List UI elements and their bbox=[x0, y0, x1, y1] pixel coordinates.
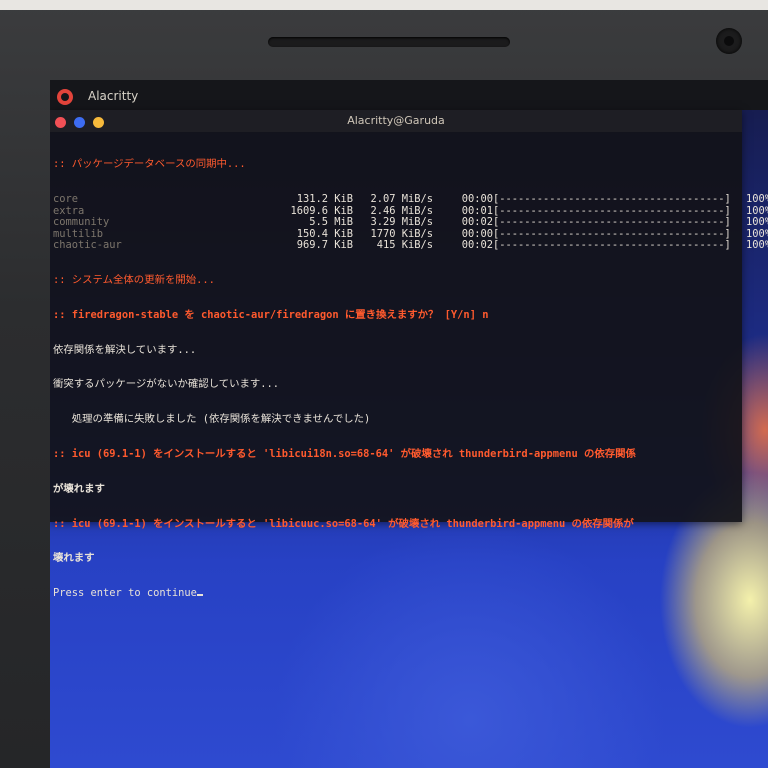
bezel-top-edge bbox=[0, 0, 768, 10]
repo-name: chaotic-aur bbox=[53, 239, 122, 252]
error-line: 処理の準備に失敗しました (依存関係を解決できませんでした) bbox=[53, 413, 371, 426]
repo-sync-row: chaotic-aur 969.7 KiB 415 KiB/s 00:02[-----… bbox=[53, 240, 768, 252]
terminal-output[interactable]: :: パッケージデータベースの同期中... core 131.2 KiB 2.07 … bbox=[53, 136, 768, 623]
dependency-error-2-cont: 壊れます bbox=[53, 552, 95, 565]
repo-time: 00:00 bbox=[461, 192, 493, 205]
repo-progress-bar: [------------------------------------] bbox=[493, 239, 731, 252]
terminal-titlebar[interactable]: Alacritty@Garuda bbox=[50, 110, 742, 132]
repo-size: 5.5 MiB bbox=[309, 216, 353, 229]
sync-header: :: パッケージデータベースの同期中... bbox=[53, 158, 768, 171]
bezel-hinge-slot bbox=[268, 37, 510, 47]
press-enter-line: Press enter to continue bbox=[53, 587, 768, 600]
repo-sync-row: core 131.2 KiB 2.07 MiB/s 00:00[-----------… bbox=[53, 192, 768, 206]
window-title: Alacritty@Garuda bbox=[347, 114, 445, 127]
screen: Alacritty Alacritty@Garuda :: パッケージデータベー… bbox=[50, 80, 768, 768]
repo-sync-row: community 5.5 MiB 3.29 MiB/s 00:02[--------… bbox=[53, 217, 768, 229]
repo-rate: 3.29 MiB/s bbox=[370, 216, 433, 229]
sync-header-text: :: パッケージデータベースの同期中... bbox=[53, 158, 246, 171]
repo-time: 00:02 bbox=[461, 216, 493, 229]
replace-prompt: :: firedragon-stable を chaotic-aur/fired… bbox=[53, 308, 489, 321]
repo-rate: 415 KiB/s bbox=[376, 239, 433, 252]
repo-percent: 100% bbox=[745, 216, 768, 229]
repo-time: 00:02 bbox=[461, 239, 493, 252]
dependency-error-2: :: icu (69.1-1) をインストールすると 'libicuuc.so=… bbox=[53, 517, 634, 530]
resolving-line: 依存関係を解決しています... bbox=[53, 343, 197, 356]
repo-percent: 100% bbox=[745, 192, 768, 205]
repo-progress-bar: [------------------------------------] bbox=[493, 216, 731, 229]
active-app-name[interactable]: Alacritty bbox=[88, 89, 138, 103]
repo-rate: 2.07 MiB/s bbox=[370, 192, 433, 205]
terminal-window[interactable]: Alacritty@Garuda :: パッケージデータベースの同期中... c… bbox=[50, 110, 768, 599]
press-enter-text: Press enter to continue bbox=[53, 587, 197, 600]
dependency-error-1-cont: が壊れます bbox=[53, 482, 105, 495]
repo-name: core bbox=[53, 192, 79, 205]
repo-name: community bbox=[53, 216, 110, 229]
repo-size: 131.2 KiB bbox=[296, 192, 353, 205]
repo-percent: 100% bbox=[745, 239, 768, 252]
repo-size: 969.7 KiB bbox=[296, 239, 353, 252]
garuda-logo-icon[interactable] bbox=[57, 89, 73, 105]
text-cursor bbox=[196, 594, 203, 597]
desktop-top-bar: Alacritty bbox=[50, 80, 768, 110]
repo-progress-bar: [------------------------------------] bbox=[493, 192, 731, 205]
conflict-check-line: 衝突するパッケージがないか確認しています... bbox=[53, 378, 280, 391]
webcam-icon bbox=[716, 28, 742, 54]
dependency-error-1: :: icu (69.1-1) をインストールすると 'libicui18n.s… bbox=[53, 448, 636, 461]
upgrade-header: :: システム全体の更新を開始... bbox=[53, 274, 215, 287]
